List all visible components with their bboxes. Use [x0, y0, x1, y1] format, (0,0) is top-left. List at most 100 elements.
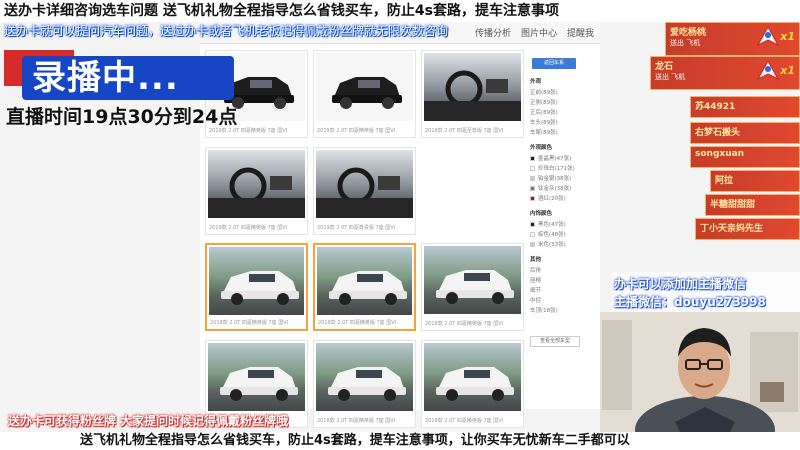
filter-option[interactable]: 米色(33张) [530, 239, 592, 249]
card-caption: 2018款 2.0T 四驱精英版 7座 国VI [317, 418, 396, 424]
filter-option-label: 米色(33张) [538, 242, 566, 248]
gallery-card[interactable]: 2018款 2.0T 四驱精英版 7座 国VI [421, 340, 524, 428]
gift-sender: 阿拉 [715, 176, 734, 186]
gift-count: x1 [780, 30, 795, 43]
filter-option-label: 铂金银(38张) [538, 176, 572, 182]
gift-notification: 右梦石搬头 [690, 122, 800, 144]
streamer-image [600, 312, 800, 432]
gift-notification: songxuan [690, 146, 800, 168]
car-photo[interactable] [424, 343, 521, 411]
filter-option[interactable]: 棕色(48张) [530, 229, 592, 239]
filter-option[interactable]: 正前(89张) [530, 87, 592, 97]
gallery-card[interactable]: 2019款 2.0T 四驱尊贵版 7座 国VI [313, 147, 416, 235]
gallery-card[interactable]: 2019款 2.0T 四驱精英版 7座 国VI [205, 147, 308, 235]
car-photo[interactable] [317, 247, 412, 315]
filter-option[interactable]: 正侧(89张) [530, 97, 592, 107]
filter-option[interactable]: 钛金灰(38张) [530, 183, 592, 193]
filter-group-title: 外观颜色 [530, 145, 553, 151]
sub-marquee: 送办卡就可以提问汽车问题，送过办卡或者飞机老板记得佩戴粉丝牌就无限次数咨询 [4, 24, 449, 38]
color-swatch [530, 155, 535, 161]
gift-sender: songxuan [695, 149, 745, 159]
car-photo[interactable] [316, 343, 413, 411]
filter-option-label: 珍珠白(171张) [538, 166, 575, 172]
filter-option-label: 细节 [530, 288, 542, 294]
color-swatch [530, 175, 535, 181]
filter-group-title: 其他 [530, 257, 542, 263]
card-caption: 2018款 2.0T 四驱精英版 7座 国VI [210, 320, 289, 326]
car-photo[interactable] [424, 53, 521, 121]
gift-notification: 阿拉 [710, 170, 800, 192]
gift-notification: 爱吃杨桃 送出 飞机 x1 [665, 22, 800, 56]
filter-option[interactable]: 座椅 [530, 275, 592, 285]
gallery-card[interactable]: 2018款 2.0T 四驱精英版 7座 国VI [205, 243, 308, 331]
filter-option-label: 后排 [530, 268, 542, 274]
filter-group: 外观颜色墨晶黑(47张) 珍珠白(171张) 铂金银(38张) 钛金灰(38张) 酒红(… [530, 143, 592, 203]
filter-option-label: 车头(89张) [530, 120, 558, 126]
gallery-card[interactable]: 2018款 2.0T 四驱精英版 7座 国VI [313, 340, 416, 428]
filter-option[interactable]: 珍珠白(171张) [530, 163, 592, 173]
car-photo[interactable] [424, 246, 521, 314]
top-marquee: 送办卡详细咨询选车问题 送飞机礼物全程指导怎么省钱买车，防止4s套路，提车注意事… [0, 0, 800, 22]
rocket-icon [756, 59, 780, 81]
recording-badge: 录播中... [22, 56, 234, 100]
filter-panel: 返回车系 外观 正前(89张) 正侧(89张) 正后(89张) 车头(89张) 车尾(89… [530, 58, 592, 321]
gift-panel: 爱吃杨桃 送出 飞机 x1 龙石 送出 飞机 x1 苏44921 右梦石搬头 songxuan 阿… [612, 22, 800, 240]
filter-option[interactable]: 车顶(18张) [530, 305, 592, 315]
filter-option[interactable]: 正后(89张) [530, 107, 592, 117]
color-swatch [530, 241, 535, 247]
filter-option[interactable]: 后排 [530, 265, 592, 275]
car-photo[interactable] [208, 150, 305, 218]
car-photo[interactable] [316, 150, 413, 218]
car-gallery-page: 2019款 2.0T 四驱精英版 7座 国VI 2019款 2.0T 四驱精英版 … [200, 44, 600, 428]
gift-notification: 半糖甜甜甜 [705, 194, 800, 216]
toolbar-item-remind[interactable]: 提醒我 [567, 26, 594, 39]
filter-option-label: 正后(89张) [530, 110, 558, 116]
gift-notification: 丁小天亲妈先生 [695, 218, 800, 240]
card-caption: 2019款 2.0T 四驱精英版 7座 国VI [209, 225, 288, 231]
toolbar-item-gallery[interactable]: 图片中心 [521, 26, 557, 39]
gift-notification: 龙石 送出 飞机 x1 [650, 56, 800, 90]
filter-group: 内饰颜色 黑色(47张) 棕色(48张) 米色(33张) [530, 209, 592, 249]
filter-option[interactable]: 车头(89张) [530, 117, 592, 127]
broadcast-time: 直播时间19点30分到24点 [6, 106, 238, 128]
card-caption: 2018款 2.0T 四驱至尊版 7座 国VI [425, 128, 504, 134]
fan-badge-notice: 送办卡可获得粉丝牌 大家提问时候记得佩戴粉丝牌哦 [8, 414, 289, 428]
car-photo[interactable] [209, 247, 304, 315]
back-to-series-button[interactable]: 返回车系 [532, 58, 576, 69]
gallery-card[interactable]: 2019款 2.0T 四驱精英版 7座 国VI [313, 50, 416, 138]
filter-option-label: 钛金灰(38张) [538, 186, 572, 192]
filter-option-label: 黑色(47张) [538, 222, 566, 228]
card-caption: 2018款 2.0T 四驱精英版 7座 国VI [318, 320, 397, 326]
filter-option-label: 正侧(89张) [530, 100, 558, 106]
gift-sender: 右梦石搬头 [695, 128, 741, 138]
gift-count: x1 [780, 64, 795, 77]
filter-group: 外观 正前(89张) 正侧(89张) 正后(89张) 车头(89张) 车尾(89张) [530, 77, 592, 137]
card-caption: 2019款 2.0T 四驱尊贵版 7座 国VI [317, 225, 396, 231]
filter-option-label: 正前(89张) [530, 90, 558, 96]
card-caption: 2019款 2.0T 四驱精英版 7座 国VI [317, 128, 396, 134]
gift-sender: 半糖甜甜甜 [710, 200, 756, 210]
gallery-card[interactable]: 2018款 2.0T 四驱精英版 7座 国VI [421, 243, 524, 331]
filter-option[interactable]: 中控 [530, 295, 592, 305]
filter-option[interactable]: 铂金银(38张) [530, 173, 592, 183]
car-photo[interactable] [208, 343, 305, 411]
filter-option[interactable]: 墨晶黑(47张) [530, 153, 592, 163]
filter-option[interactable]: 细节 [530, 285, 592, 295]
gallery-card[interactable]: 2018款 2.0T 四驱至尊版 7座 国VI [421, 50, 524, 138]
color-swatch [530, 185, 535, 191]
filter-option-label: 中控 [530, 298, 542, 304]
filter-option[interactable]: 黑色(47张) [530, 219, 592, 229]
filter-option-label: 墨晶黑(47张) [538, 156, 572, 162]
color-swatch [530, 231, 535, 237]
filter-option-label: 车顶(18张) [530, 308, 558, 314]
color-swatch [530, 165, 535, 171]
gallery-card[interactable]: 2018款 2.0T 四驱精英版 7座 国VI [313, 243, 416, 331]
color-swatch [530, 221, 535, 227]
color-swatch [530, 195, 535, 201]
card-caption: 2018款 2.0T 四驱精英版 7座 国VI [425, 321, 504, 327]
car-photo[interactable] [316, 53, 413, 121]
filter-option[interactable]: 车尾(89张) [530, 127, 592, 137]
stream-screen: 传播分析 图片中心 提醒我 2019款 2.0T 四驱精英版 7座 国VI 201… [0, 0, 800, 450]
view-all-models-button[interactable]: 查看全部车型 [530, 336, 580, 347]
filter-option[interactable]: 酒红(20张) [530, 193, 592, 203]
